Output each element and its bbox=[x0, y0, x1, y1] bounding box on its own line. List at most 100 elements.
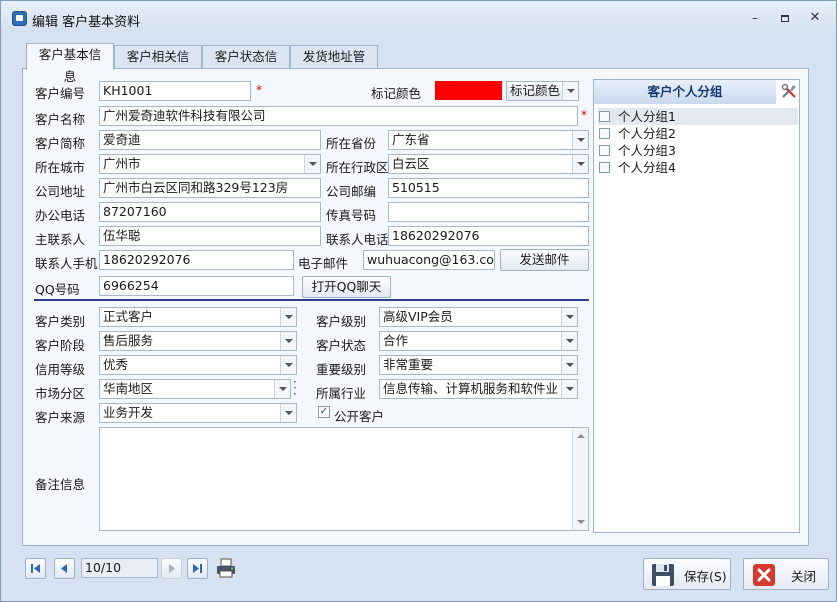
group-item[interactable]: 个人分组2 bbox=[598, 125, 798, 142]
mark-color-swatch[interactable] bbox=[435, 81, 502, 100]
tab-basic-info[interactable]: 客户基本信息 bbox=[26, 43, 114, 84]
tools-icon[interactable] bbox=[780, 82, 798, 100]
customer-level-select[interactable]: 高级VIP会员 bbox=[379, 307, 578, 327]
customer-level-label: 客户级别 bbox=[316, 314, 367, 329]
tab-related-info[interactable]: 客户相关信息 bbox=[114, 45, 202, 86]
chevron-down-icon bbox=[561, 380, 577, 398]
remark-textarea[interactable] bbox=[99, 427, 589, 531]
customer-name-label: 客户名称 bbox=[35, 112, 86, 127]
app-icon bbox=[12, 11, 27, 26]
send-email-button[interactable]: 发送邮件 bbox=[500, 249, 589, 271]
minimize-button[interactable]: – bbox=[748, 11, 762, 25]
district-select[interactable]: 白云区 bbox=[388, 154, 589, 174]
status-label: 客户状态 bbox=[316, 338, 367, 353]
importance-select[interactable]: 非常重要 bbox=[379, 355, 578, 375]
district-value: 白云区 bbox=[392, 156, 430, 171]
scroll-down-icon[interactable] bbox=[577, 520, 585, 524]
group-item-checkbox[interactable] bbox=[599, 145, 610, 156]
short-name-label: 客户简称 bbox=[35, 136, 86, 151]
first-record-button[interactable] bbox=[25, 558, 46, 579]
importance-value: 非常重要 bbox=[383, 357, 434, 372]
city-value: 广州市 bbox=[103, 156, 141, 171]
group-item-label: 个人分组1 bbox=[618, 109, 676, 124]
close-button[interactable]: 关闭 bbox=[743, 558, 829, 590]
province-label: 所在省份 bbox=[326, 136, 377, 151]
fax-input[interactable] bbox=[388, 202, 589, 222]
chevron-down-icon bbox=[562, 82, 578, 100]
section-divider bbox=[34, 299, 589, 301]
chevron-down-icon bbox=[304, 155, 320, 173]
stage-select[interactable]: 售后服务 bbox=[99, 331, 297, 351]
contact-mobile-input[interactable]: 18620292076 bbox=[99, 250, 294, 270]
group-item[interactable]: 个人分组3 bbox=[598, 142, 798, 159]
group-item-checkbox[interactable] bbox=[599, 162, 610, 173]
email-label: 电子邮件 bbox=[298, 256, 349, 271]
required-marker: * bbox=[581, 108, 587, 122]
contact-input[interactable]: 伍华聪 bbox=[99, 226, 321, 246]
group-item-checkbox[interactable] bbox=[599, 111, 610, 122]
stage-label: 客户阶段 bbox=[35, 338, 86, 353]
customer-name-input[interactable]: 广州爱奇迪软件科技有限公司 bbox=[99, 106, 578, 126]
close-label: 关闭 bbox=[791, 569, 817, 584]
previous-icon bbox=[61, 564, 67, 573]
address-input[interactable]: 广州市白云区同和路329号123房 bbox=[99, 178, 321, 198]
public-customer-label: 公开客户 bbox=[334, 409, 385, 424]
group-item-label: 个人分组2 bbox=[618, 126, 676, 141]
source-select[interactable]: 业务开发 bbox=[99, 403, 297, 423]
customer-type-value: 正式客户 bbox=[103, 309, 154, 324]
chevron-down-icon bbox=[561, 332, 577, 350]
close-window-button[interactable]: ✕ bbox=[808, 11, 822, 25]
group-item-checkbox[interactable] bbox=[599, 128, 610, 139]
contact-mobile-label: 联系人手机 bbox=[35, 256, 98, 271]
previous-record-button[interactable] bbox=[54, 558, 75, 579]
postcode-label: 公司邮编 bbox=[326, 184, 377, 199]
mark-color-dropdown[interactable]: 标记颜色 bbox=[506, 81, 579, 101]
next-record-button[interactable] bbox=[161, 558, 182, 579]
chevron-down-icon bbox=[280, 308, 296, 326]
maximize-button[interactable] bbox=[778, 11, 792, 25]
short-name-input[interactable]: 爱奇迪 bbox=[99, 130, 321, 150]
public-customer-checkbox[interactable]: ✓ bbox=[318, 406, 330, 418]
mark-color-label: 标记颜色 bbox=[371, 86, 422, 101]
office-phone-input[interactable]: 87207160 bbox=[99, 202, 321, 222]
page-indicator: 10/10 bbox=[81, 558, 158, 578]
scroll-up-icon[interactable] bbox=[577, 434, 585, 438]
importance-label: 重要级别 bbox=[316, 362, 367, 377]
customer-type-label: 客户类别 bbox=[35, 314, 86, 329]
email-input[interactable]: wuhuacong@163.com bbox=[363, 250, 495, 270]
market-select[interactable]: 华南地区 bbox=[99, 379, 291, 399]
chevron-down-icon bbox=[572, 155, 588, 173]
city-select[interactable]: 广州市 bbox=[99, 154, 321, 174]
industry-label: 所属行业 bbox=[316, 386, 367, 401]
title-bar: 编辑 客户基本资料 – ✕ bbox=[1, 1, 836, 35]
qq-input[interactable]: 6966254 bbox=[99, 276, 294, 296]
group-item-label: 个人分组3 bbox=[618, 143, 676, 158]
group-item[interactable]: 个人分组4 bbox=[598, 159, 798, 176]
group-item[interactable]: 个人分组1 bbox=[598, 108, 798, 125]
close-icon bbox=[753, 564, 775, 586]
footer-bar: 10/10 保存(S) 关闭 bbox=[1, 549, 836, 601]
credit-select[interactable]: 优秀 bbox=[99, 355, 297, 375]
customer-code-input[interactable]: KH1001 bbox=[99, 81, 251, 101]
remark-label: 备注信息 bbox=[35, 477, 86, 492]
personal-group-title: 客户个人分组 bbox=[594, 80, 776, 104]
chevron-down-icon bbox=[561, 356, 577, 374]
open-qq-chat-button[interactable]: 打开QQ聊天 bbox=[302, 276, 391, 298]
province-select[interactable]: 广东省 bbox=[388, 130, 589, 150]
contact-phone-input[interactable]: 18620292076 bbox=[388, 226, 589, 246]
floppy-disk-icon bbox=[652, 564, 674, 586]
save-button[interactable]: 保存(S) bbox=[643, 558, 731, 590]
remark-scrollbar[interactable] bbox=[572, 428, 588, 530]
save-label: 保存(S) bbox=[684, 569, 727, 584]
postcode-input[interactable]: 510515 bbox=[388, 178, 589, 198]
status-select[interactable]: 合作 bbox=[379, 331, 578, 351]
industry-select[interactable]: 信息传输、计算机服务和软件业 bbox=[379, 379, 578, 399]
tab-status-info[interactable]: 客户状态信息 bbox=[202, 45, 290, 86]
tab-shipping-address[interactable]: 发货地址管理 bbox=[290, 45, 378, 86]
printer-icon[interactable] bbox=[215, 557, 237, 579]
last-record-button[interactable] bbox=[187, 558, 208, 579]
customer-type-select[interactable]: 正式客户 bbox=[99, 307, 297, 327]
industry-value: 信息传输、计算机服务和软件业 bbox=[383, 381, 559, 396]
chevron-down-icon bbox=[280, 356, 296, 374]
more-options-icon[interactable]: · · · bbox=[293, 376, 297, 400]
